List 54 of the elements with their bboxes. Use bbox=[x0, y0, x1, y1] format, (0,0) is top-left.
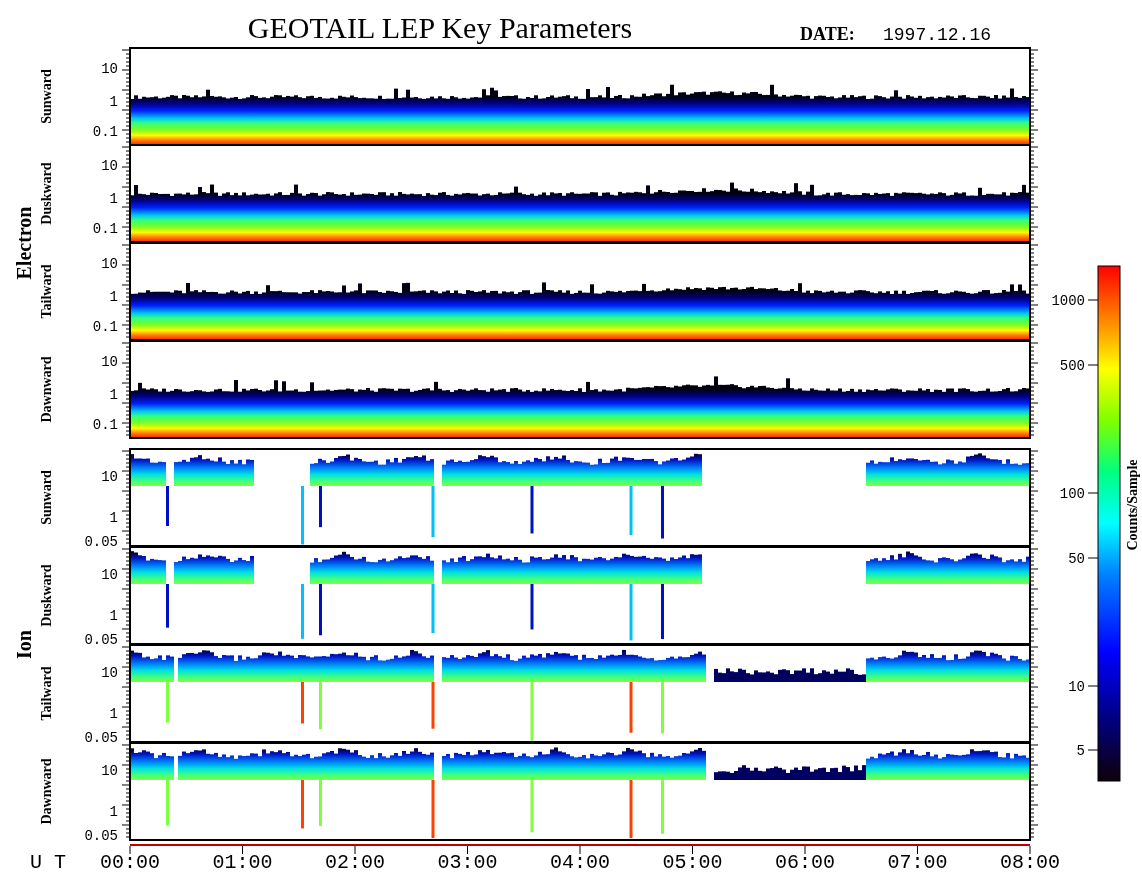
y-tick-label: 0.1 bbox=[92, 124, 118, 140]
date-value: 1997.12.16 bbox=[883, 25, 992, 45]
x-axis-label: U T bbox=[30, 851, 66, 874]
direction-label: Dawnward bbox=[39, 758, 54, 825]
y-tick-label: 10 bbox=[101, 256, 118, 272]
direction-label: Duskward bbox=[39, 162, 54, 225]
y-tick-label: 10 bbox=[101, 567, 118, 583]
x-tick-label: 05:00 bbox=[662, 851, 723, 874]
direction-label: Duskward bbox=[39, 564, 54, 627]
y-tick-label: 10 bbox=[101, 469, 118, 485]
y-tick-label: 1 bbox=[109, 510, 118, 526]
y-tick-label: 10 bbox=[101, 354, 118, 370]
y-tick-label: 0.1 bbox=[92, 319, 118, 335]
species-label: Ion bbox=[13, 630, 35, 659]
direction-label: Tailward bbox=[39, 666, 54, 721]
colorbar-tick-label: 5 bbox=[1076, 743, 1085, 759]
y-tick-label: 1 bbox=[109, 289, 118, 305]
x-tick-label: 08:00 bbox=[1000, 851, 1060, 874]
y-tick-label: 0.05 bbox=[84, 632, 118, 648]
date-label: DATE: bbox=[800, 24, 855, 44]
plot-title: GEOTAIL LEP Key Parameters bbox=[247, 11, 633, 44]
y-tick-label: 0.05 bbox=[84, 730, 118, 746]
x-tick-label: 04:00 bbox=[550, 851, 610, 874]
colorbar-tick-label: 10 bbox=[1068, 679, 1085, 695]
y-tick-label: 1 bbox=[109, 387, 118, 403]
y-tick-label: 1 bbox=[109, 804, 118, 820]
direction-label: Dawnward bbox=[39, 356, 54, 423]
colorbar-tick-label: 500 bbox=[1059, 358, 1085, 374]
x-tick-label: 01:00 bbox=[212, 851, 273, 874]
colorbar-title: Counts/Sample bbox=[1125, 459, 1140, 551]
x-tick-label: 07:00 bbox=[887, 851, 948, 874]
y-tick-label: 0.05 bbox=[84, 534, 118, 550]
y-tick-label: 10 bbox=[101, 61, 118, 77]
y-tick-label: 10 bbox=[101, 763, 118, 779]
y-tick-label: 0.1 bbox=[92, 221, 118, 237]
colorbar-tick-label: 50 bbox=[1068, 551, 1085, 567]
x-tick-label: 00:00 bbox=[100, 851, 160, 874]
direction-label: Sunward bbox=[39, 470, 54, 525]
y-tick-label: 10 bbox=[101, 665, 118, 681]
direction-label: Sunward bbox=[39, 69, 54, 124]
colorbar-tick-label: 100 bbox=[1059, 486, 1085, 502]
x-tick-label: 03:00 bbox=[437, 851, 498, 874]
x-tick-label: 06:00 bbox=[775, 851, 835, 874]
y-tick-label: 0.05 bbox=[84, 828, 118, 844]
x-tick-label: 02:00 bbox=[325, 851, 385, 874]
direction-label: Tailward bbox=[39, 264, 54, 319]
species-label: Electron bbox=[13, 206, 35, 280]
y-tick-label: 1 bbox=[109, 608, 118, 624]
y-tick-label: 1 bbox=[109, 94, 118, 110]
colorbar-tick-label: 1000 bbox=[1051, 293, 1085, 309]
y-tick-label: 1 bbox=[109, 706, 118, 722]
y-tick-label: 10 bbox=[101, 158, 118, 174]
y-tick-label: 0.1 bbox=[92, 417, 118, 433]
y-tick-label: 1 bbox=[109, 191, 118, 207]
